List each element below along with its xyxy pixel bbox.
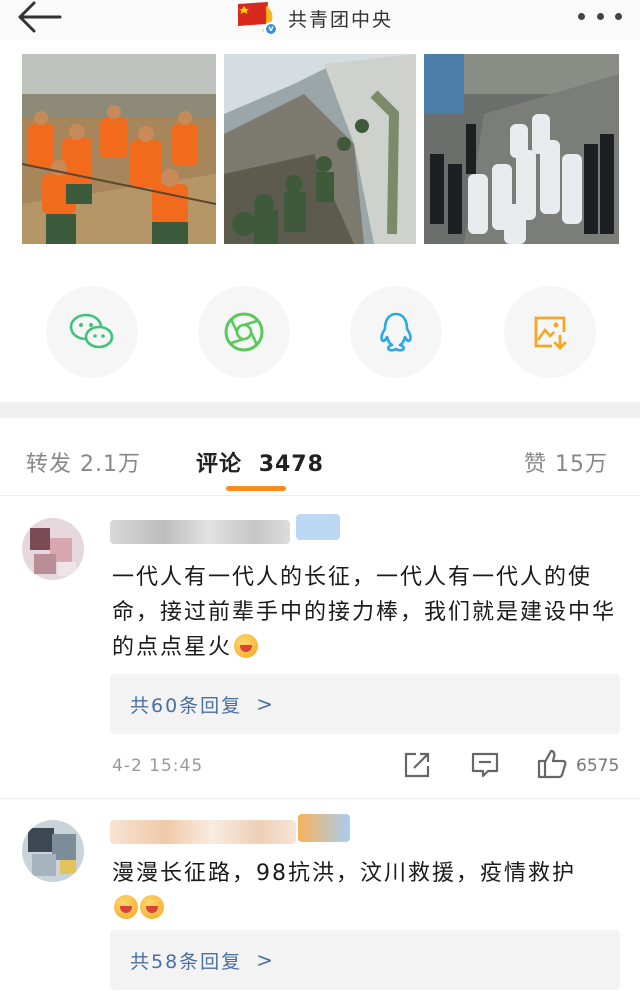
tab-comments-label: 评论 bbox=[196, 452, 243, 477]
share-icon[interactable] bbox=[402, 750, 432, 780]
comment-text: 漫漫长征路，98抗洪，汶川救援，疫情救护 bbox=[112, 856, 622, 926]
comment-text-content: 漫漫长征路，98抗洪，汶川救援，疫情救护 bbox=[112, 861, 576, 886]
interaction-tabs: 转发 2.1万 评论 3478 赞 15万 bbox=[0, 418, 640, 496]
qq-share-button[interactable] bbox=[350, 286, 442, 378]
avatar[interactable] bbox=[22, 518, 84, 580]
page-title: 共青团中央 bbox=[288, 8, 394, 31]
earthquake-rescue-photo[interactable] bbox=[224, 54, 416, 244]
view-replies-button[interactable]: 共58条回复 > bbox=[110, 930, 620, 990]
chevron-right-icon: > bbox=[256, 692, 275, 716]
active-tab-indicator bbox=[226, 486, 286, 491]
top-bar: v 共青团中央 bbox=[0, 0, 640, 40]
more-dots-icon[interactable] bbox=[578, 4, 622, 28]
user-badge bbox=[296, 514, 340, 540]
tab-repost[interactable]: 转发 2.1万 bbox=[26, 446, 141, 478]
section-divider bbox=[0, 402, 640, 418]
chevron-right-icon: > bbox=[256, 948, 275, 972]
share-row bbox=[0, 286, 640, 378]
moments-share-button[interactable] bbox=[198, 286, 290, 378]
back-arrow-icon[interactable] bbox=[14, 0, 66, 34]
comment-timestamp: 4-2 15:45 bbox=[112, 756, 204, 776]
comment-text: 一代人有一代人的长征，一代人有一代人的使命，接过前辈手中的接力棒，我们就是建设中… bbox=[112, 560, 622, 665]
view-replies-button[interactable]: 共60条回复 > bbox=[110, 674, 620, 734]
like-icon[interactable] bbox=[536, 748, 567, 779]
epidemic-response-photo[interactable] bbox=[424, 54, 619, 244]
account-header[interactable]: v 共青团中央 bbox=[236, 0, 393, 36]
wechat-icon bbox=[69, 313, 114, 349]
laughing-emoji-icon bbox=[234, 634, 259, 658]
tab-comments[interactable]: 评论 3478 bbox=[196, 446, 324, 478]
comment-icon[interactable] bbox=[470, 750, 500, 780]
reply-count: 共60条回复 bbox=[130, 694, 243, 717]
username-blurred[interactable] bbox=[110, 520, 290, 544]
tab-likes[interactable]: 赞 15万 bbox=[524, 446, 608, 478]
like-count: 6575 bbox=[576, 756, 620, 776]
username-blurred[interactable] bbox=[110, 820, 296, 844]
post-detail-page: v 共青团中央 转发 2.1万 评论 3478 赞 15万 一代人有一代人的长征… bbox=[0, 0, 640, 991]
wechat-share-button[interactable] bbox=[46, 286, 138, 378]
reply-count: 共58条回复 bbox=[130, 950, 243, 973]
verified-badge-icon: v bbox=[264, 22, 278, 36]
comment-divider bbox=[0, 798, 640, 799]
save-image-icon bbox=[534, 316, 567, 350]
tab-comments-count: 3478 bbox=[258, 452, 324, 477]
avatar[interactable] bbox=[22, 820, 84, 882]
moments-icon bbox=[224, 312, 264, 352]
laughing-emoji-icon bbox=[140, 895, 164, 919]
comment-text-content: 一代人有一代人的长征，一代人有一代人的使命，接过前辈手中的接力棒，我们就是建设中… bbox=[112, 565, 617, 660]
flood-rescue-photo[interactable] bbox=[22, 54, 216, 244]
save-image-button[interactable] bbox=[504, 286, 596, 378]
laughing-emoji-icon bbox=[114, 895, 138, 919]
user-badge bbox=[298, 814, 350, 842]
qq-icon bbox=[380, 312, 412, 352]
account-logo-icon: v bbox=[236, 0, 280, 36]
